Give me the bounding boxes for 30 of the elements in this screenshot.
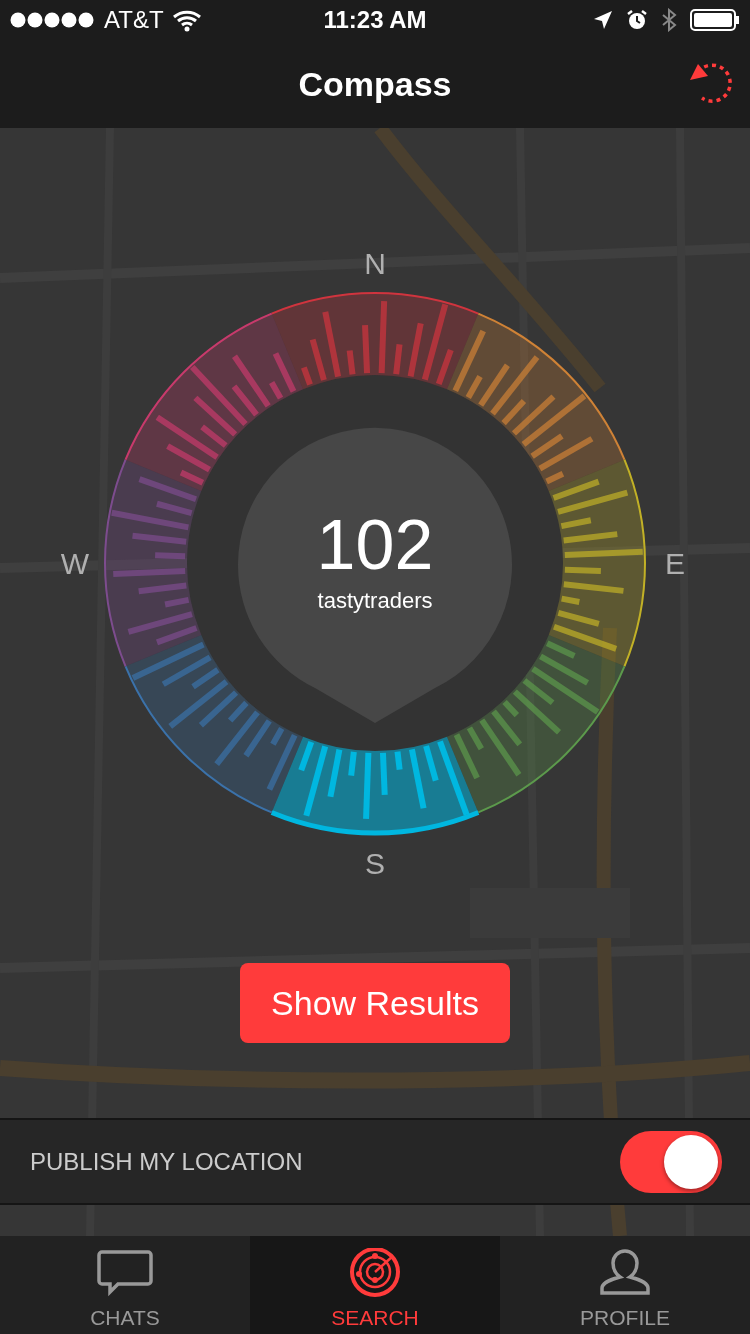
battery-icon (690, 9, 740, 31)
tab-label: SEARCH (331, 1306, 419, 1330)
result-count: 102 (316, 506, 434, 584)
bluetooth-icon (660, 8, 678, 32)
compass-sector[interactable] (446, 312, 626, 492)
publish-location-label: PUBLISH MY LOCATION (30, 1147, 303, 1176)
location-arrow-icon (592, 9, 614, 31)
compass-sector[interactable] (548, 458, 646, 668)
show-results-button[interactable]: Show Results (240, 963, 510, 1043)
tab-label: CHATS (90, 1306, 160, 1330)
nav-title: Compass (298, 64, 452, 104)
tab-bar-item[interactable]: SEARCH (250, 1236, 500, 1334)
radar-icon (347, 1248, 403, 1298)
person-icon (597, 1248, 653, 1298)
signal-icon (10, 10, 96, 30)
compass-sector[interactable] (270, 736, 480, 836)
compass-sector[interactable] (270, 292, 480, 390)
chat-bubble-icon (97, 1248, 153, 1298)
wifi-icon (171, 8, 202, 32)
direction-label: N (364, 247, 386, 280)
direction-label: S (365, 847, 385, 880)
result-label: tastytraders (317, 588, 433, 613)
tab-label: PROFILE (580, 1306, 670, 1330)
status-time: 11:23 AM (323, 6, 427, 33)
compass-sector[interactable] (446, 634, 626, 814)
direction-label: W (60, 547, 90, 580)
carrier-name: AT&T (104, 6, 164, 34)
alarm-clock-icon (626, 9, 648, 31)
compass-sector[interactable] (124, 634, 304, 814)
direction-label: E (665, 547, 685, 580)
